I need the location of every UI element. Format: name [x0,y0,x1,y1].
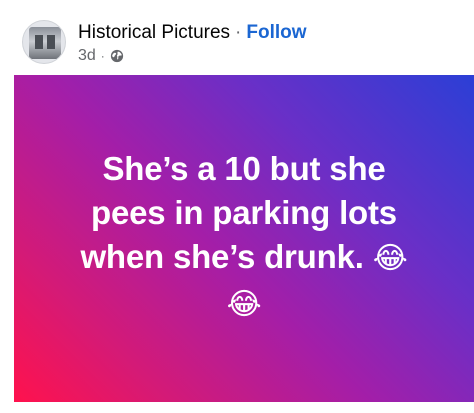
post-text-line-4: 😂 [14,281,474,327]
post-text-line-3-text: when she’s drunk. [80,238,364,275]
page-name[interactable]: Historical Pictures [78,20,230,46]
avatar[interactable] [22,20,66,64]
follow-button[interactable]: Follow [246,20,306,46]
laughing-crying-emoji-icon: 😂 [372,241,408,276]
post-text-line-2: pees in parking lots [91,194,397,231]
post-timestamp[interactable]: 3d [78,47,96,65]
post-header: Historical Pictures · Follow 3d · [0,0,474,75]
laughing-crying-emoji-icon-2: 😂 [226,287,262,322]
title-separator: · [235,22,242,43]
meta-separator: · [100,49,105,63]
post-text: She’s a 10 but she pees in parking lots … [14,147,474,327]
title-line: Historical Pictures · Follow [78,20,307,46]
post-meta: 3d · [78,46,124,66]
globe-icon[interactable] [110,49,124,63]
post-text-line-1: She’s a 10 but she [102,150,386,187]
bottom-strip [0,402,474,413]
post-text-line-3: when she’s drunk. 😂 [14,235,474,281]
post-background-card: She’s a 10 but she pees in parking lots … [14,75,474,402]
avatar-image [29,27,61,59]
